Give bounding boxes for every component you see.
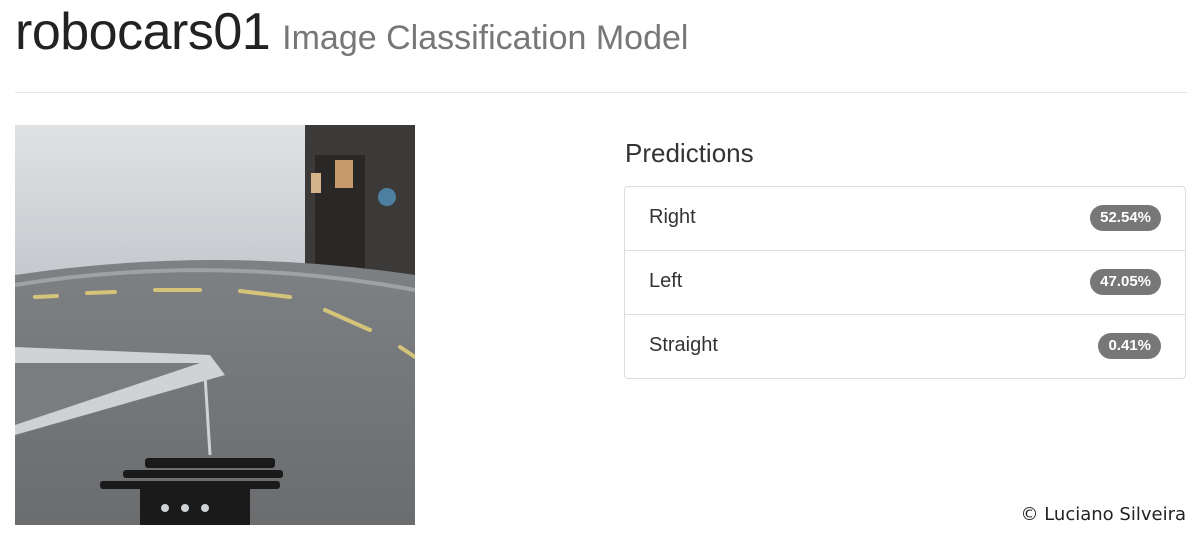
app-subtitle: Image Classification Model (282, 19, 689, 57)
prediction-percentage-badge: 0.41% (1098, 333, 1161, 359)
prediction-item-straight: Straight 0.41% (625, 315, 1185, 379)
page-header: robocars01 Image Classification Model (15, 2, 688, 62)
prediction-percentage-badge: 52.54% (1090, 205, 1161, 231)
camera-feed-illustration (15, 125, 415, 525)
camera-feed-image (15, 125, 415, 525)
predictions-title: Predictions (625, 138, 754, 168)
prediction-item-right: Right 52.54% (625, 187, 1185, 251)
prediction-percentage-badge: 47.05% (1090, 269, 1161, 295)
predictions-list: Right 52.54% Left 47.05% Straight 0.41% (624, 186, 1186, 379)
prediction-item-left: Left 47.05% (625, 251, 1185, 315)
prediction-label: Straight (649, 334, 718, 356)
header-divider (15, 92, 1187, 93)
prediction-label: Left (649, 270, 683, 292)
prediction-label: Right (649, 206, 696, 228)
app-name: robocars01 (15, 3, 271, 61)
copyright-notice: © Luciano Silveira (1020, 504, 1187, 525)
